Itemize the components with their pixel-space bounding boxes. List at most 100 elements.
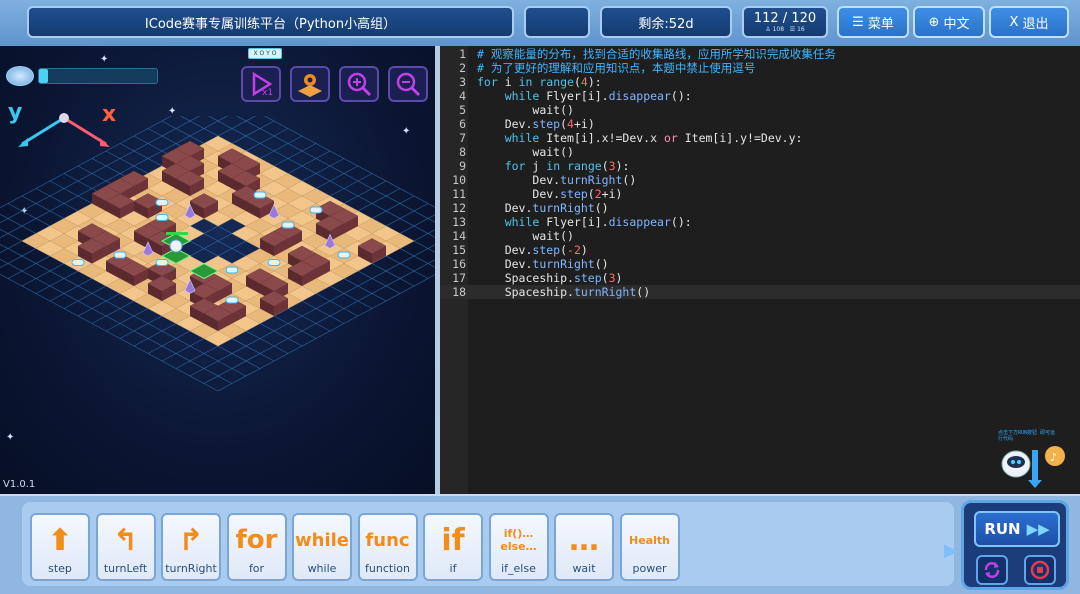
code-line[interactable]: 10 Dev.turnRight() — [440, 173, 1080, 187]
block-turnLeft[interactable]: ↰ turnLeft — [95, 513, 156, 581]
remaining-days: 剩余:52d — [600, 6, 732, 38]
code-token: ) — [580, 243, 588, 257]
reset-button[interactable] — [976, 555, 1008, 585]
block-label: while — [307, 562, 337, 575]
robot-helper-icon[interactable]: ♪ — [996, 442, 1076, 492]
code-token: 3 — [608, 271, 616, 285]
code-token: turnRight — [573, 285, 637, 299]
code-line[interactable]: 12 Dev.turnRight() — [440, 201, 1080, 215]
code-token: for — [504, 159, 526, 173]
energy-capsule-icon — [267, 259, 281, 266]
line-number: 12 — [452, 201, 466, 215]
code-token: # 为了更好的理解和应用知识点，本题中禁止使用逗号 — [477, 61, 756, 75]
language-button[interactable]: ⊕ 中文 — [913, 6, 985, 38]
code-token: Dev. — [504, 257, 533, 271]
code-token: 3 — [608, 159, 616, 173]
code-token: range — [539, 75, 574, 89]
line-number: 16 — [452, 257, 466, 271]
code-token: () — [636, 285, 651, 299]
code-line[interactable]: 3 for i in range(4): — [440, 75, 1080, 89]
code-editor[interactable]: 1 # 观察能量的分布，找到合适的收集路线，应用所学知识完成收集任务 2 # 为了更好… — [440, 46, 1080, 494]
blank-panel — [524, 6, 590, 38]
palette-scroll-right-icon[interactable]: ▶ — [944, 540, 958, 561]
run-button[interactable]: RUN ▶▶ — [974, 511, 1060, 547]
toggle-coordinates-button[interactable]: x1 — [241, 66, 281, 102]
code-token: for — [477, 75, 498, 89]
wait-icon: … — [569, 522, 599, 558]
code-line[interactable]: 15 Dev.step(-2) — [440, 243, 1080, 257]
line-number: 17 — [452, 271, 466, 285]
isometric-game-board — [0, 116, 435, 392]
code-line[interactable]: 18 Spaceship.turnRight() — [440, 285, 1080, 299]
code-token: ( — [587, 187, 595, 201]
code-token: wait() — [532, 145, 574, 159]
code-token: step — [532, 117, 561, 131]
refresh-icon — [984, 562, 1000, 578]
code-token: ( — [601, 271, 609, 285]
block-while[interactable]: while while — [292, 513, 352, 581]
progress-main: 112 / 120 — [753, 10, 817, 26]
code-token: Spaceship. — [504, 271, 574, 285]
map-grid-button[interactable] — [290, 66, 330, 102]
line-number: 14 — [452, 229, 466, 243]
power-icon: Health — [629, 533, 670, 547]
energy-battery-icon — [6, 66, 34, 86]
code-token: Spaceship. — [504, 285, 574, 299]
game-viewport[interactable]: ✦ ✦ ✦ ✦ ✦ y x X O Y O x1 V1.0.1 — [0, 46, 435, 494]
code-token: turnRight — [560, 173, 623, 187]
code-line[interactable]: 5 wait() — [440, 103, 1080, 117]
list-icon: ☰ — [789, 25, 796, 33]
block-for[interactable]: for for — [226, 513, 287, 581]
block-function[interactable]: func function — [357, 513, 418, 581]
block-power[interactable]: Health power — [619, 513, 680, 581]
code-line[interactable]: 7 while Item[i].x!=Dev.x or Item[i].y!=D… — [440, 131, 1080, 145]
code-line[interactable]: 17 Spaceship.step(3) — [440, 271, 1080, 285]
code-token: -2 — [567, 243, 581, 257]
zoom-in-button[interactable] — [339, 66, 379, 102]
block-if[interactable]: if if — [423, 513, 483, 581]
code-token: ) — [615, 271, 623, 285]
code-line[interactable]: 6 Dev.step(4+i) — [440, 117, 1080, 131]
block-wait[interactable]: … wait — [554, 513, 614, 581]
stop-button[interactable] — [1024, 555, 1056, 585]
energy-capsule-icon — [309, 206, 323, 214]
svg-text:x1: x1 — [262, 88, 273, 97]
line-number: 5 — [459, 103, 466, 117]
command-palette: ⬆ step ↰ turnLeft ↱ turnRight for for while while… — [0, 496, 1080, 594]
line-number: 18 — [452, 285, 466, 299]
robot-dev-icon — [169, 239, 183, 253]
page-title-text: ICode赛事专属训练平台（Python小高组） — [144, 16, 397, 32]
block-step[interactable]: ⬆ step — [30, 513, 90, 581]
block-if-else[interactable]: if()… else… if_else — [488, 513, 549, 581]
exit-button[interactable]: X 退出 — [989, 6, 1069, 38]
zoom-out-button[interactable] — [388, 66, 428, 102]
code-token: 4 — [567, 117, 574, 131]
energy-capsule-icon — [337, 251, 351, 259]
zoom-in-icon — [347, 72, 372, 97]
block-turnRight[interactable]: ↱ turnRight — [161, 513, 221, 581]
code-line[interactable]: 16 Dev.turnRight() — [440, 257, 1080, 271]
step-icon: ⬆ — [47, 522, 73, 558]
code-line[interactable]: 14 wait() — [440, 229, 1080, 243]
code-line[interactable]: 2 # 为了更好的理解和应用知识点，本题中禁止使用逗号 — [440, 61, 1080, 75]
code-token: Flyer[i]. — [539, 215, 609, 229]
code-line[interactable]: 13 while Flyer[i].disappear(): — [440, 215, 1080, 229]
line-number: 6 — [459, 117, 466, 131]
while-icon: while — [295, 529, 349, 551]
code-token: Dev. — [532, 173, 561, 187]
code-token: wait() — [532, 229, 574, 243]
code-line[interactable]: 4 while Flyer[i].disappear(): — [440, 89, 1080, 103]
code-line[interactable]: 11 Dev.step(2+i) — [440, 187, 1080, 201]
code-line[interactable]: 1 # 观察能量的分布，找到合适的收集路线，应用所学知识完成收集任务 — [440, 47, 1080, 61]
block-label: for — [248, 562, 265, 575]
code-line[interactable]: 9 for j in range(3): — [440, 159, 1080, 173]
code-line[interactable]: 8 wait() — [440, 145, 1080, 159]
code-token: ): — [587, 75, 602, 89]
menu-button[interactable]: ☰ 菜单 — [837, 6, 909, 38]
